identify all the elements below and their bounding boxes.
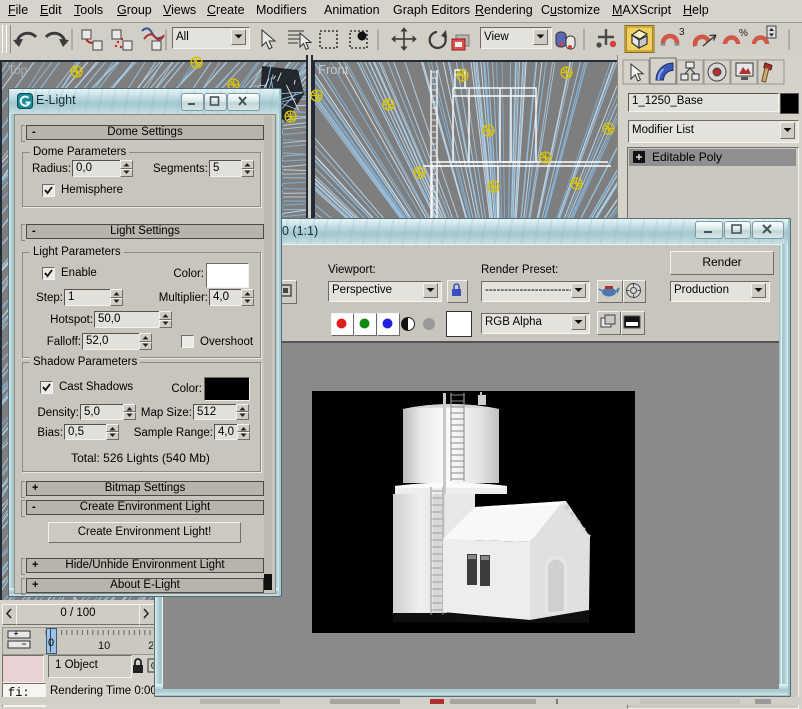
- svg-text:%: %: [739, 28, 748, 39]
- svg-text:2: 2: [148, 641, 153, 653]
- svg-text:10: 10: [98, 640, 110, 652]
- svg-text:3: 3: [679, 27, 685, 38]
